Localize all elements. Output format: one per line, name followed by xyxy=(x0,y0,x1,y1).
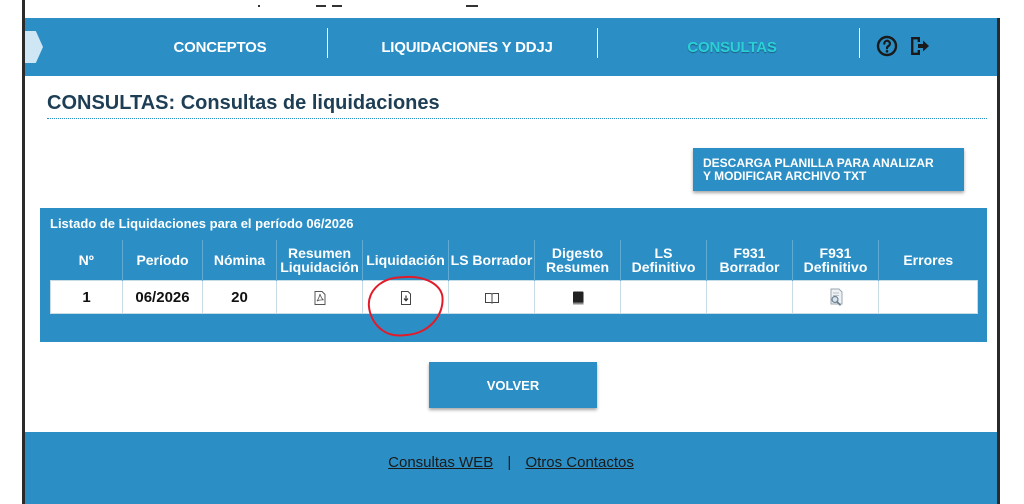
page-title: CONSULTAS: Consultas de liquidaciones xyxy=(47,92,440,114)
table-row: 1 06/2026 20 xyxy=(50,280,978,314)
top-navigation: CONCEPTOS LIQUIDACIONES Y DDJJ CONSULTAS xyxy=(25,18,997,76)
document-search-icon[interactable] xyxy=(826,287,846,307)
liquidations-table: Nº Período Nómina Resumen Liquidación Li… xyxy=(50,240,978,314)
cell-ls-definitivo xyxy=(620,280,707,314)
panel-title: Listado de Liquidaciones para el período… xyxy=(50,216,354,231)
footer-links: Consultas WEB | Otros Contactos xyxy=(25,454,997,471)
cell-nomina: 20 xyxy=(202,280,277,314)
back-button[interactable]: VOLVER xyxy=(429,362,597,408)
window-border-right xyxy=(997,18,1000,504)
col-periodo: Período xyxy=(122,240,203,281)
cell-errores xyxy=(878,280,978,314)
nav-divider xyxy=(327,28,328,58)
liquidations-panel: Listado de Liquidaciones para el período… xyxy=(40,208,987,342)
nav-divider xyxy=(859,28,860,58)
pdf-document-icon[interactable] xyxy=(312,290,328,306)
footer: Consultas WEB | Otros Contactos xyxy=(25,432,997,504)
cell-liquidacion xyxy=(362,280,449,314)
cell-ls-borrador xyxy=(448,280,535,314)
nav-chevron-icon xyxy=(25,31,43,63)
col-liquidacion: Liquidación xyxy=(362,240,449,281)
col-errores: Errores xyxy=(878,240,978,281)
col-f931-borrador: F931 Borrador xyxy=(706,240,793,281)
cell-resumen-liquidacion xyxy=(276,280,363,314)
col-ls-borrador: LS Borrador xyxy=(448,240,535,281)
cell-digesto-resumen xyxy=(534,280,621,314)
footer-link-otros-contactos[interactable]: Otros Contactos xyxy=(525,454,633,471)
download-template-label: DESCARGA PLANILLA PARA ANALIZAR Y MODIFI… xyxy=(703,155,934,183)
col-numero: Nº xyxy=(78,252,94,268)
col-f931-definitivo: F931 Definitivo xyxy=(792,240,879,281)
cell-f931-borrador xyxy=(706,280,793,314)
closed-book-icon[interactable] xyxy=(570,290,586,306)
col-digesto-resumen: Digesto Resumen xyxy=(534,240,621,281)
logout-icon[interactable] xyxy=(907,34,931,58)
col-resumen-liquidacion: Resumen Liquidación xyxy=(276,240,363,281)
cell-periodo: 06/2026 xyxy=(122,280,203,314)
title-divider xyxy=(47,118,987,119)
cell-f931-definitivo xyxy=(792,280,879,314)
download-file-icon[interactable] xyxy=(398,290,414,306)
footer-separator: | xyxy=(507,454,512,471)
footer-link-consultas-web[interactable]: Consultas WEB xyxy=(388,454,493,471)
download-template-button[interactable]: DESCARGA PLANILLA PARA ANALIZAR Y MODIFI… xyxy=(693,148,964,191)
nav-item-conceptos[interactable]: CONCEPTOS xyxy=(125,18,315,76)
table-header-row: Nº Período Nómina Resumen Liquidación Li… xyxy=(51,240,978,281)
cell-numero: 1 xyxy=(50,280,123,314)
nav-item-consultas[interactable]: CONSULTAS xyxy=(637,18,827,76)
nav-item-liquidaciones[interactable]: LIQUIDACIONES Y DDJJ xyxy=(343,18,591,76)
col-nomina: Nómina xyxy=(202,240,277,281)
col-ls-definitivo: LS Definitivo xyxy=(620,240,707,281)
nav-divider xyxy=(597,28,598,58)
open-book-icon[interactable] xyxy=(484,290,500,306)
top-artifact xyxy=(316,5,326,7)
top-artifact xyxy=(466,5,478,7)
top-artifact xyxy=(258,5,260,7)
help-circle-icon[interactable] xyxy=(875,34,899,58)
top-artifact xyxy=(332,5,342,7)
